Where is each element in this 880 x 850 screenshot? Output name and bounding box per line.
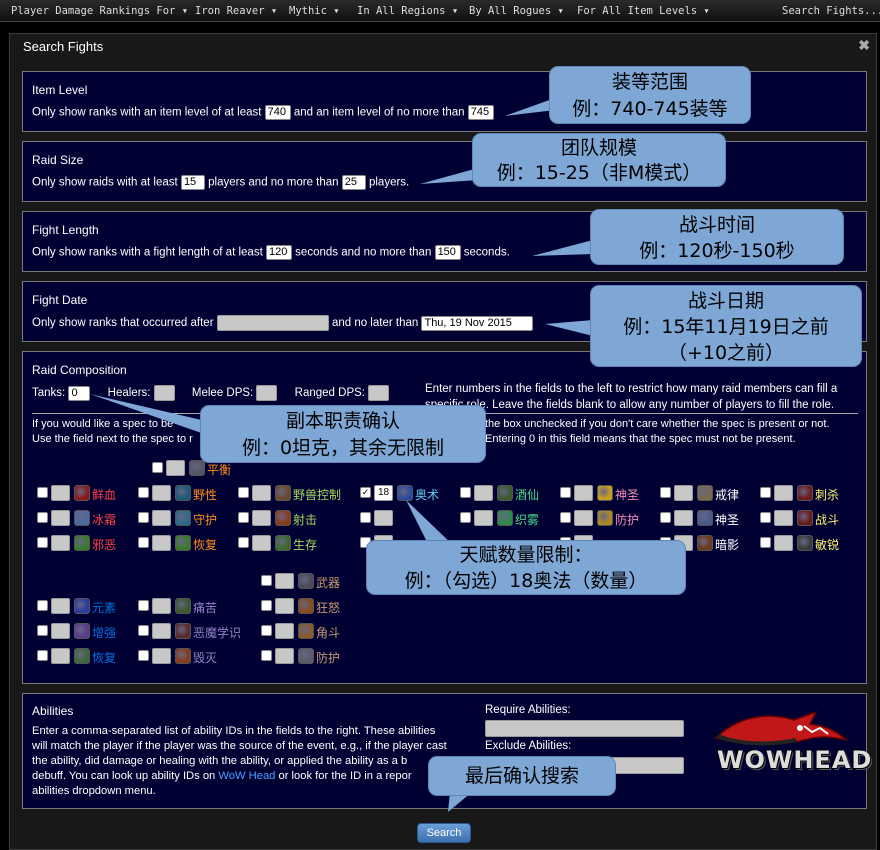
callout-fight-date: 战斗日期 例：15年11月19日之前 （+10之前） (590, 285, 862, 367)
search-button[interactable]: Search (417, 823, 471, 843)
callout-item-level: 装等范围 例：740-745装等 (549, 66, 751, 124)
callout-fight-length: 战斗时间 例：120秒-150秒 (590, 209, 844, 265)
callout-raid-size: 团队规模 例：15-25（非M模式） (472, 133, 726, 187)
callout-search: 最后确认搜索 (428, 756, 616, 796)
callout-spec-limit: 天赋数量限制： 例：（勾选）18奥法（数量） (366, 540, 686, 595)
callout-raid-roles: 副本职责确认 例：0坦克，其余无限制 (200, 405, 486, 463)
